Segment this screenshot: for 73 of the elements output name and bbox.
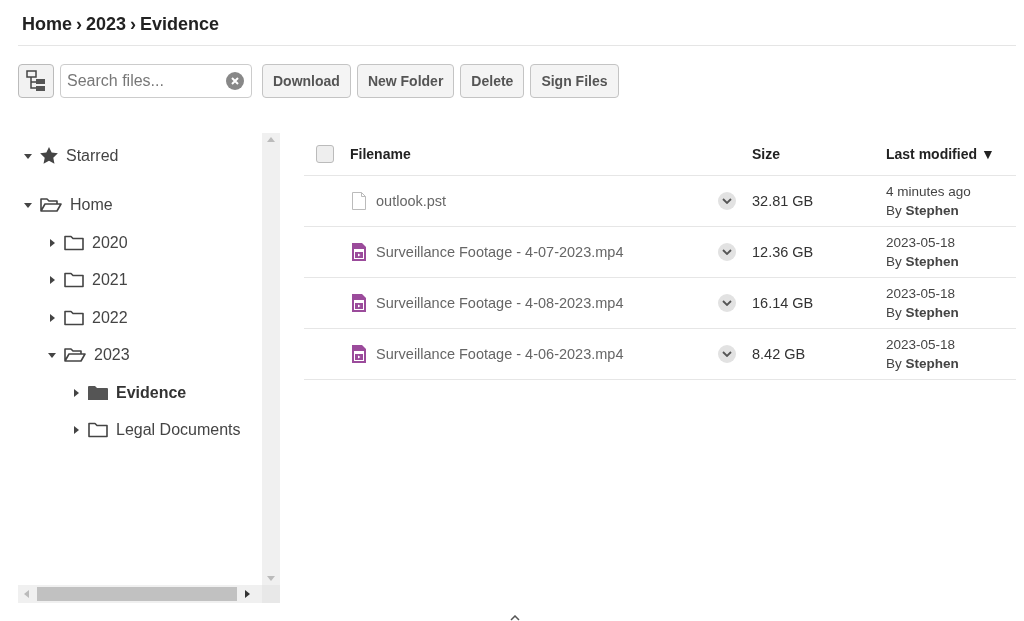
chevron-down-icon [722, 351, 732, 357]
file-size: 12.36 GB [752, 244, 815, 260]
scrollbar-thumb[interactable] [37, 587, 237, 601]
column-header[interactable]: Size [752, 146, 886, 162]
open-folder-icon [64, 347, 86, 364]
toolbar-button[interactable]: New Folder [356, 64, 455, 98]
modified-by: By Stephen [886, 305, 960, 320]
search-field[interactable]: Search files... [60, 64, 252, 98]
star-icon [40, 147, 58, 165]
toolbar-button[interactable]: Delete [460, 64, 525, 98]
clear-icon[interactable] [226, 72, 244, 90]
open-folder-icon [40, 197, 62, 214]
breadcrumb-link[interactable]: 2023 [86, 14, 127, 35]
folder-icon [88, 384, 108, 401]
breadcrumb-separator: › [130, 14, 137, 35]
file-name[interactable]: Surveillance Footage - 4-08-2023.mp4 [376, 295, 624, 311]
caret-right-icon[interactable] [48, 238, 56, 247]
tree-item[interactable]: 2021 [92, 271, 128, 290]
modified-time: 4 minutes ago [886, 184, 972, 199]
chevron-down-icon [722, 249, 732, 255]
folder-icon [64, 234, 84, 251]
row-menu-button[interactable] [718, 243, 736, 261]
file-name[interactable]: Surveillance Footage - 4-06-2023.mp4 [376, 346, 624, 362]
modified-by: By Stephen [886, 203, 960, 218]
tree-view-button[interactable] [18, 64, 54, 98]
caret-down-icon[interactable] [24, 201, 32, 210]
row-menu-button[interactable] [718, 192, 736, 210]
row-menu-button[interactable] [718, 345, 736, 363]
file-name[interactable]: Surveillance Footage - 4-07-2023.mp4 [376, 244, 624, 260]
toolbar-button[interactable]: Download [262, 64, 351, 98]
file-icon [352, 192, 366, 210]
caret-down-icon[interactable] [24, 151, 32, 160]
tree-icon [26, 70, 46, 92]
breadcrumb-separator: › [76, 14, 82, 35]
video-file-icon [352, 243, 366, 261]
scroll-right-icon[interactable] [245, 590, 250, 598]
modified-by: By Stephen [886, 356, 960, 371]
file-name[interactable]: outlook.pst [376, 193, 447, 209]
horizontal-scrollbar[interactable] [18, 585, 262, 603]
video-file-icon [352, 294, 366, 312]
breadcrumb-link[interactable]: Home [22, 14, 72, 35]
breadcrumb-link[interactable]: Evidence [140, 14, 220, 35]
caret-right-icon[interactable] [48, 313, 56, 322]
file-size: 8.42 GB [752, 346, 807, 362]
tree-item[interactable]: Starred [66, 146, 119, 165]
modified-time: 2023-05-18 [886, 337, 957, 352]
tree-item[interactable]: 2023 [94, 346, 130, 365]
caret-right-icon[interactable] [72, 426, 80, 435]
tree-item[interactable]: 2020 [92, 233, 128, 252]
modified-time: 2023-05-18 [886, 235, 957, 250]
file-size: 16.14 GB [752, 295, 815, 311]
tree-item[interactable]: Home [70, 196, 113, 215]
column-header[interactable]: Filename [350, 146, 718, 162]
modified-by: By Stephen [886, 254, 960, 269]
tree-item[interactable]: 2022 [92, 308, 128, 327]
chevron-up-icon[interactable] [510, 615, 520, 621]
caret-right-icon[interactable] [72, 388, 80, 397]
caret-down-icon[interactable] [48, 351, 56, 360]
chevron-down-icon [722, 198, 732, 204]
tree-item[interactable]: Evidence [116, 383, 187, 402]
file-size: 32.81 GB [752, 193, 815, 209]
tree-item[interactable]: Legal Documents [116, 421, 241, 440]
modified-time: 2023-05-18 [886, 286, 957, 301]
video-file-icon [352, 345, 366, 363]
row-menu-button[interactable] [718, 294, 736, 312]
column-header[interactable]: Last modified ▼ [886, 146, 1016, 162]
folder-icon [64, 272, 84, 289]
folder-icon [64, 309, 84, 326]
toolbar-button[interactable]: Sign Files [530, 64, 619, 98]
select-all-checkbox[interactable] [316, 145, 334, 163]
folder-icon [88, 422, 108, 439]
caret-right-icon[interactable] [48, 276, 56, 285]
chevron-down-icon [722, 300, 732, 306]
